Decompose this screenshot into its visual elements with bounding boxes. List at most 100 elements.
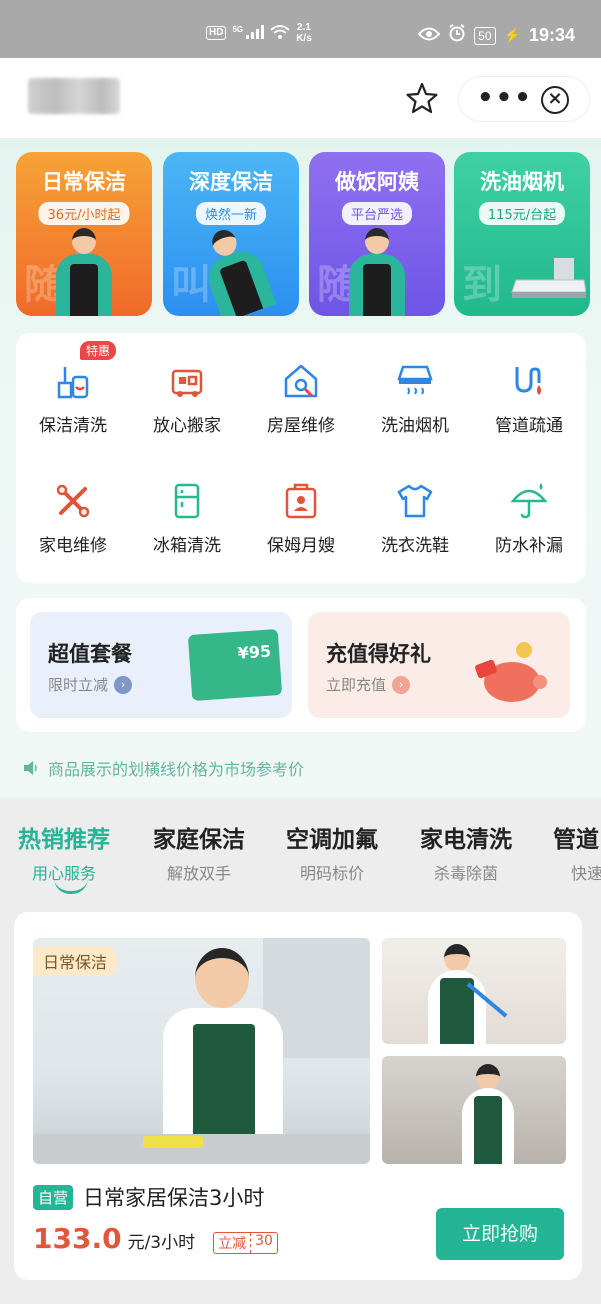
coupon-value: ¥95 (237, 641, 272, 663)
product-name-row: 自营 日常家居保洁3小时 (33, 1182, 264, 1212)
service-nanny[interactable]: 保姆月嫂 (244, 469, 358, 579)
piggy-bank-illustration (468, 642, 554, 702)
appliance-repair-icon (56, 484, 90, 518)
banner-tag: 115元/台起 (478, 202, 566, 225)
fridge-icon (174, 483, 200, 519)
product-photo-main: 日常保洁 (33, 938, 370, 1164)
tab-home-cleaning[interactable]: 家庭保洁 解放双手 (153, 820, 245, 884)
cleaning-icon (57, 367, 89, 399)
chevron-right-icon: › (392, 675, 411, 694)
tab-hot[interactable]: 热销推荐 用心服务 (18, 820, 110, 884)
product-photo-mopping (382, 938, 566, 1044)
banner-watermark: 到 (462, 262, 502, 308)
speed-unit: K/s (296, 33, 312, 44)
tab-appliance-cleaning[interactable]: 家电清洗 杀毒除菌 (420, 820, 512, 884)
alarm-icon (448, 24, 466, 47)
discount-value: 30 (250, 1233, 277, 1253)
service-label: 家电维修 (39, 536, 107, 556)
network-type: 5G (232, 24, 244, 34)
product-card[interactable]: 日常保洁 自营 日常家居保洁3小时 133.0 元/3小时 立减 30 立即抢购 (14, 912, 582, 1280)
tab-title: 家电清洗 (420, 827, 512, 853)
house-repair-icon (284, 364, 318, 398)
tab-subtitle: 明码标价 (299, 864, 364, 883)
hd-badge: HD (206, 26, 227, 40)
tab-pipe[interactable]: 管道 快速 (553, 820, 601, 884)
promo-title: 超值套餐 (48, 642, 132, 666)
banner-title: 洗油烟机 (480, 170, 564, 194)
cook-illustration (345, 228, 409, 316)
battery-icon: 50 (474, 26, 496, 45)
promo-subtitle: 立即充值 › (326, 674, 411, 695)
service-appliance-repair[interactable]: 家电维修 (16, 469, 130, 579)
price-row: 133.0 元/3小时 立减 30 (33, 1222, 278, 1255)
service-label: 放心搬家 (153, 416, 221, 436)
blurred-title (28, 78, 120, 114)
service-label: 管道疏通 (495, 416, 563, 436)
product-title: 日常家居保洁3小时 (83, 1186, 265, 1210)
product-photo-wiping (382, 1056, 566, 1164)
range-hood-illustration (506, 258, 587, 298)
mini-program-nav-bar: ••• × (0, 58, 601, 138)
system-indicators: 50 ⚡ 19:34 (417, 24, 575, 47)
service-fridge[interactable]: 冰箱清洗 (130, 469, 244, 579)
network-indicators: HD 5G 2.1 K/s (206, 22, 312, 44)
moving-icon (171, 369, 203, 397)
promo-value-package[interactable]: 超值套餐 限时立减 › ¥95 (30, 612, 292, 718)
cleaner-photo-figure (153, 948, 293, 1164)
banner-title: 深度保洁 (189, 170, 273, 194)
wifi-icon (270, 24, 290, 43)
banner-title: 日常保洁 (42, 170, 126, 194)
eye-icon (417, 25, 441, 46)
promo-recharge[interactable]: 充值得好礼 立即充值 › (308, 612, 570, 718)
service-laundry[interactable]: 洗衣洗鞋 (358, 469, 472, 579)
promo-subtitle: 限时立减 › (48, 674, 133, 695)
banner-range-hood[interactable]: 到 洗油烟机 115元/台起 (454, 152, 590, 316)
star-icon[interactable] (404, 80, 440, 116)
promo-badge: 特惠 (80, 341, 117, 360)
tab-title: 家庭保洁 (153, 827, 245, 853)
promo-title: 充值得好礼 (326, 642, 431, 666)
banner-title: 做饭阿姨 (335, 170, 419, 194)
category-tag: 日常保洁 (33, 946, 118, 976)
tab-subtitle: 快速 (571, 864, 601, 883)
service-house-repair[interactable]: 房屋维修 (244, 349, 358, 459)
banner-cook[interactable]: 随 做饭阿姨 平台严选 (309, 152, 445, 316)
self-operated-badge: 自营 (33, 1184, 74, 1210)
product-price: 133.0 (33, 1222, 122, 1255)
service-pipe[interactable]: 管道疏通 (472, 349, 586, 459)
banner-tag: 36元/小时起 (38, 202, 130, 225)
tab-title: 空调加氟 (286, 827, 378, 853)
discount-label: 立减 (218, 1236, 247, 1252)
more-icon[interactable]: ••• (477, 85, 533, 111)
laundry-icon (397, 484, 433, 518)
signal-icon: 5G (232, 24, 265, 42)
tab-title: 热销推荐 (18, 827, 110, 853)
pipe-icon (515, 367, 541, 395)
service-waterproof[interactable]: 防水补漏 (472, 469, 586, 579)
cleaner-illustration (52, 228, 116, 316)
nanny-icon (285, 483, 317, 519)
tab-ac-refill[interactable]: 空调加氟 明码标价 (286, 820, 378, 884)
service-label: 保姆月嫂 (267, 536, 335, 556)
tab-subtitle: 解放双手 (166, 864, 231, 883)
service-grid: 特惠 保洁清洗 放心搬家 房屋维修 洗油烟机 管道疏通 家电维修 冰箱清洗 保姆… (16, 333, 586, 583)
promo-subtitle-text: 限时立减 (48, 676, 109, 694)
range-hood-icon (397, 365, 433, 395)
service-moving[interactable]: 放心搬家 (130, 349, 244, 459)
tab-subtitle: 杀毒除菌 (433, 864, 498, 883)
discount-badge: 立减 30 (213, 1232, 278, 1254)
coupon-illustration: ¥95 (187, 628, 283, 702)
banner-tag: 焕然一新 (195, 202, 267, 225)
service-cleaning[interactable]: 特惠 保洁清洗 (16, 341, 130, 459)
close-icon[interactable]: × (541, 86, 569, 114)
price-unit: 元/3小时 (127, 1233, 196, 1253)
speed-value: 2.1 (297, 22, 311, 33)
network-speed: 2.1 K/s (296, 22, 312, 44)
buy-now-button[interactable]: 立即抢购 (436, 1208, 564, 1260)
service-label: 保洁清洗 (39, 416, 107, 436)
banner-daily-cleaning[interactable]: 随 日常保洁 36元/小时起 (16, 152, 152, 316)
banner-deep-cleaning[interactable]: 叫 深度保洁 焕然一新 (163, 152, 299, 316)
service-range-hood[interactable]: 洗油烟机 (358, 349, 472, 459)
chevron-right-icon: › (114, 675, 133, 694)
speaker-icon (24, 761, 37, 775)
